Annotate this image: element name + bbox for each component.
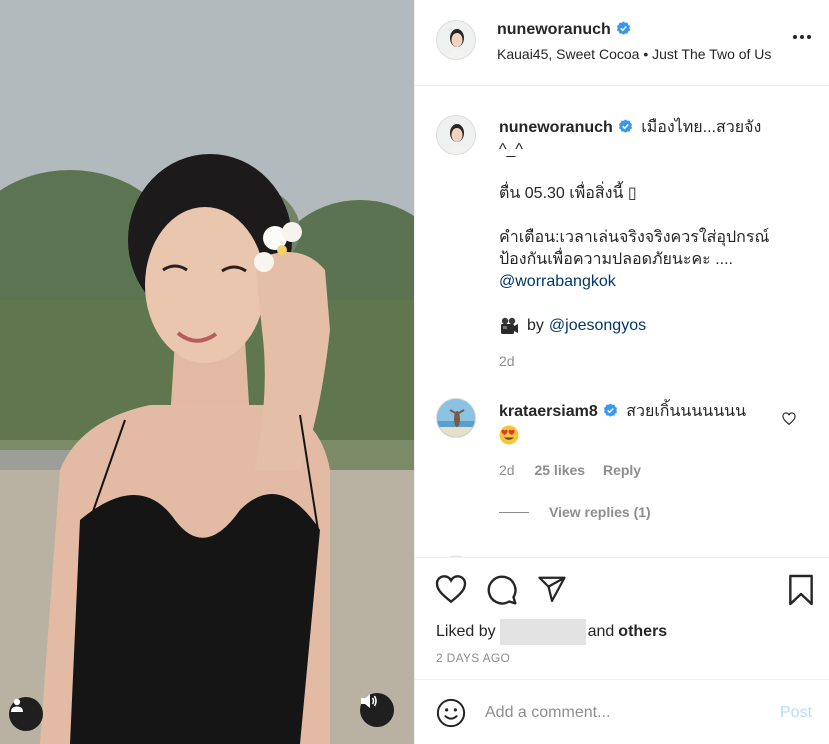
caption-line-2: ตื่น 05.30 เพื่อสิ่งนี้ ▯: [499, 185, 637, 202]
liked-by-prefix: Liked by: [436, 623, 496, 640]
speaker-icon: [361, 694, 377, 708]
share-icon: [538, 576, 566, 602]
view-replies-label: View replies (1): [549, 504, 651, 520]
comment-body: krataersiam8 สวยเกิ้นนนนนนน: [499, 401, 769, 452]
caption-line-3: คำเตือน:เวลาเล่นจริงจริงควรใส่อุปกรณ์ป้อ…: [499, 229, 770, 268]
like-button[interactable]: [435, 574, 467, 609]
emoji-icon: [436, 698, 466, 728]
emoji-button[interactable]: [436, 698, 466, 733]
comment-text: สวยเกิ้นนนนนนน: [626, 403, 747, 420]
caption-username[interactable]: nuneworanuch: [499, 119, 613, 136]
audio-toggle-button[interactable]: [360, 693, 394, 727]
avatar-image: [437, 116, 475, 154]
heart-icon: [435, 575, 467, 604]
comment-username[interactable]: krataersiam8: [499, 403, 598, 420]
comments-section[interactable]: nuneworanuch เมืองไทย...สวยจัง ^_^ ตื่น …: [415, 87, 829, 558]
verified-badge-icon: [618, 119, 632, 133]
liked-by-user[interactable]: [499, 619, 586, 645]
like-comment-button[interactable]: [782, 412, 796, 430]
replies-divider: [499, 511, 529, 513]
liked-by-and: and: [587, 623, 615, 640]
verified-badge-icon: [603, 403, 617, 417]
avatar[interactable]: [436, 398, 476, 438]
next-comment-peek: [436, 550, 756, 557]
post-media[interactable]: [0, 0, 414, 744]
heart-eyes-emoji-icon: [499, 425, 519, 445]
username[interactable]: nuneworanuch: [497, 21, 631, 39]
action-bar: Liked by and others 2 DAYS AGO: [415, 559, 829, 677]
liked-by-others[interactable]: others: [618, 623, 667, 641]
post-side-panel: nuneworanuch Kauai45, Sweet Cocoa • Just…: [414, 0, 829, 744]
save-button[interactable]: [787, 574, 815, 611]
credit-by: by: [527, 317, 544, 334]
music-info[interactable]: Kauai45, Sweet Cocoa • Just The Two of U…: [497, 46, 771, 62]
caption-line-1: เมืองไทย...สวยจัง: [641, 119, 762, 136]
more-options-button[interactable]: [793, 35, 811, 39]
mention-link[interactable]: @worrabangkok: [499, 273, 616, 290]
user-tag-button[interactable]: [9, 697, 43, 731]
username-text[interactable]: nuneworanuch: [497, 21, 611, 38]
share-button[interactable]: [536, 574, 568, 609]
comment-input[interactable]: [485, 700, 765, 726]
comment-button[interactable]: [486, 574, 518, 611]
caption-timestamp[interactable]: 2d: [499, 353, 515, 369]
view-replies-button[interactable]: View replies (1): [499, 504, 651, 520]
caption-line-1b: ^_^: [499, 141, 523, 158]
post-header: nuneworanuch Kauai45, Sweet Cocoa • Just…: [415, 0, 829, 86]
mention-link[interactable]: @joesongyos: [549, 315, 646, 337]
caption: nuneworanuch เมืองไทย...สวยจัง ^_^ ตื่น …: [499, 117, 799, 337]
post-date[interactable]: 2 DAYS AGO: [436, 651, 510, 665]
bookmark-icon: [789, 574, 813, 606]
comment-likes[interactable]: 25 likes: [534, 462, 585, 478]
comment-meta: 2d 25 likes Reply: [499, 462, 641, 478]
heart-icon: [782, 412, 796, 426]
user-tag-icon: [11, 698, 23, 712]
post-comment-button[interactable]: Post: [780, 704, 812, 722]
avatar[interactable]: [436, 20, 476, 60]
comment-icon: [487, 575, 517, 605]
verified-badge-icon: [616, 21, 630, 35]
add-comment-bar: Post: [415, 679, 829, 744]
avatar-image: [437, 21, 475, 59]
more-icon: [793, 35, 797, 39]
movie-camera-emoji-icon: [501, 317, 518, 334]
comment-timestamp[interactable]: 2d: [499, 462, 515, 478]
avatar[interactable]: [436, 115, 476, 155]
liked-by: Liked by and others: [436, 619, 667, 645]
avatar-image: [437, 399, 475, 437]
reply-button[interactable]: Reply: [603, 462, 641, 478]
photo: [0, 0, 414, 744]
